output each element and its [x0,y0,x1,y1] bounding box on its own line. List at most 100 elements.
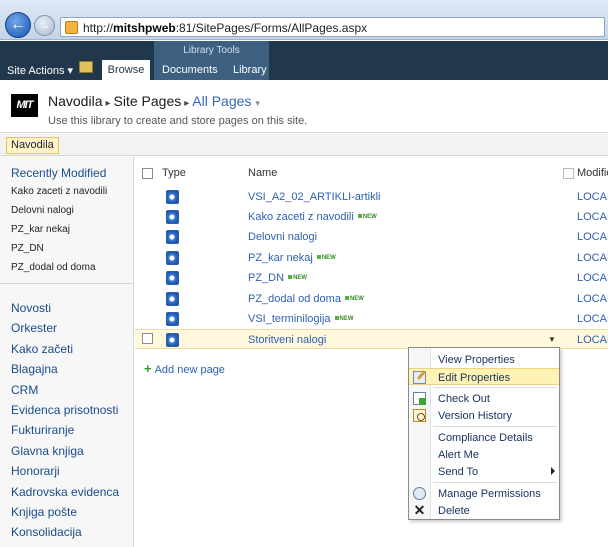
ie-document-icon [166,251,179,265]
row-link[interactable]: VSI_A2_02_ARTIKLI-artikli [248,191,380,203]
menu-item-version-history[interactable]: Version History [409,407,559,424]
row-modified[interactable]: LOCAL [577,313,608,325]
ie-document-icon [166,312,179,326]
menu-item-delete[interactable]: ✕ Delete [409,502,559,519]
table-row-selected[interactable]: Storitveni nalogi ▼ LOCAL [135,329,608,349]
row-modified[interactable]: LOCAL [577,293,608,305]
url-text: http://mitshpweb:81/SitePages/Forms/AllP… [83,21,368,35]
row-link[interactable]: Storitveni nalogi [248,334,326,346]
new-badge: NEW [317,255,336,261]
row-modified[interactable]: LOCAL [577,252,608,264]
nav-item[interactable]: Kadrovska evidenca [11,485,119,505]
nav-item[interactable]: Konsolidacija [11,525,119,545]
table-row[interactable]: VSI_terminilogijaNEW LOCAL [135,309,608,329]
column-header-type[interactable]: Type [162,167,186,179]
row-checkbox[interactable] [142,333,153,344]
nav-item[interactable]: Kako začeti [11,342,119,362]
add-new-page-link[interactable]: + Add new page [144,361,225,376]
menu-item-edit-properties[interactable]: Edit Properties [409,368,559,385]
table-row[interactable]: PZ_dodal od domaNEW LOCAL [135,289,608,309]
breadcrumb-separator-icon: ▸ [184,98,190,109]
recent-item[interactable]: PZ_DN [11,243,107,262]
table-row[interactable]: VSI_A2_02_ARTIKLI-artikli LOCAL [135,187,608,207]
row-modified[interactable]: LOCAL [577,231,608,243]
check-out-icon [413,392,426,405]
row-modified[interactable]: LOCAL [577,191,608,203]
submenu-arrow-icon [551,467,555,475]
table-row[interactable]: PZ_kar nekajNEW LOCAL [135,248,608,268]
tab-documents[interactable]: Documents [162,64,218,76]
column-header-name[interactable]: Name [248,167,277,179]
row-modified[interactable]: LOCAL [577,211,608,223]
row-link[interactable]: VSI_terminilogija NEW [248,313,354,325]
top-link-navodila[interactable]: Navodila [6,137,59,154]
breadcrumb-separator-icon: ▸ [105,98,111,109]
recently-modified-title: Recently Modified [11,166,107,180]
recent-item[interactable]: Kako zaceti z navodili [11,186,107,205]
back-arrow-icon[interactable]: ← [5,12,31,38]
tab-browse[interactable]: Browse [102,60,150,80]
nav-item[interactable]: CRM [11,383,119,403]
browser-toolbar: ← → http://mitshpweb:81/SitePages/Forms/… [0,0,608,40]
breadcrumb-site[interactable]: Navodila [48,93,102,109]
column-header-modified[interactable]: Modifie [577,167,608,179]
site-logo[interactable]: MIT [11,94,38,117]
row-link[interactable]: PZ_dodal od doma NEW [248,293,364,305]
row-link[interactable]: PZ_kar nekaj NEW [248,252,336,264]
top-link-bar: Navodila [0,134,608,156]
chevron-down-icon[interactable]: ▼ [544,332,560,348]
chevron-down-icon[interactable]: ▾ [255,98,260,108]
navigate-up-icon[interactable] [79,61,93,73]
view-selector[interactable]: All Pages [192,93,251,109]
breadcrumb-library[interactable]: Site Pages [114,93,182,109]
nav-item[interactable]: Fukturiranje [11,423,119,443]
select-all-checkbox[interactable] [142,168,153,179]
site-actions-menu[interactable]: Site Actions ▾ [7,64,73,77]
nav-item[interactable]: Honorarji [11,464,119,484]
item-context-menu: View Properties Edit Properties Check Ou… [408,347,560,520]
new-badge: NEW [345,296,364,302]
menu-item-compliance-details[interactable]: Compliance Details [409,429,559,446]
table-row[interactable]: Delovni nalogi LOCAL [135,227,608,247]
nav-item[interactable]: Orkester [11,321,119,341]
table-row[interactable]: PZ_DNNEW LOCAL [135,268,608,288]
breadcrumb: Navodila ▸ Site Pages ▸ All Pages ▾ [48,93,260,109]
plus-icon: + [144,361,152,376]
nav-item[interactable]: Blagajna [11,362,119,382]
row-link[interactable]: Kako zaceti z navodili NEW [248,211,377,223]
new-badge: NEW [358,214,377,220]
tab-library[interactable]: Library [233,64,267,76]
nav-item[interactable]: Glavna knjiga [11,444,119,464]
ie-page-icon [65,21,78,34]
row-link[interactable]: Delovni nalogi [248,231,317,243]
menu-separator [433,387,557,388]
menu-item-send-to[interactable]: Send To [409,463,559,480]
menu-separator [433,426,557,427]
row-modified[interactable]: LOCAL [577,334,608,346]
address-bar[interactable]: http://mitshpweb:81/SitePages/Forms/AllP… [60,17,605,37]
recent-item[interactable]: Delovni nalogi [11,205,107,224]
column-checkbox[interactable] [563,168,574,179]
table-row[interactable]: Kako zaceti z navodiliNEW LOCAL [135,207,608,227]
row-link[interactable]: PZ_DN NEW [248,272,307,284]
nav-divider [0,283,133,284]
quick-launch-list: Novosti Orkester Kako začeti Blagajna CR… [11,301,119,546]
row-modified[interactable]: LOCAL [577,272,608,284]
library-tools-group: Library Tools Documents Library [154,41,269,80]
page-description: Use this library to create and store pag… [48,115,308,127]
recent-item[interactable]: PZ_dodal od doma [11,262,107,281]
menu-item-manage-permissions[interactable]: Manage Permissions [409,485,559,502]
recently-modified-list: Kako zaceti z navodili Delovni nalogi PZ… [11,186,107,281]
nav-item[interactable]: Evidenca prisotnosti [11,403,119,423]
ie-document-icon [166,292,179,306]
nav-item[interactable]: Knjiga pošte [11,505,119,525]
nav-item[interactable]: Novosti [11,301,119,321]
menu-item-check-out[interactable]: Check Out [409,390,559,407]
ie-document-icon [166,230,179,244]
new-badge: NEW [335,316,354,322]
page-title-area: MIT Navodila ▸ Site Pages ▸ All Pages ▾ Use … [0,80,608,133]
forward-arrow-icon[interactable]: → [34,15,55,36]
recent-item[interactable]: PZ_kar nekaj [11,224,107,243]
menu-item-view-properties[interactable]: View Properties [409,351,559,368]
menu-item-alert-me[interactable]: Alert Me [409,446,559,463]
